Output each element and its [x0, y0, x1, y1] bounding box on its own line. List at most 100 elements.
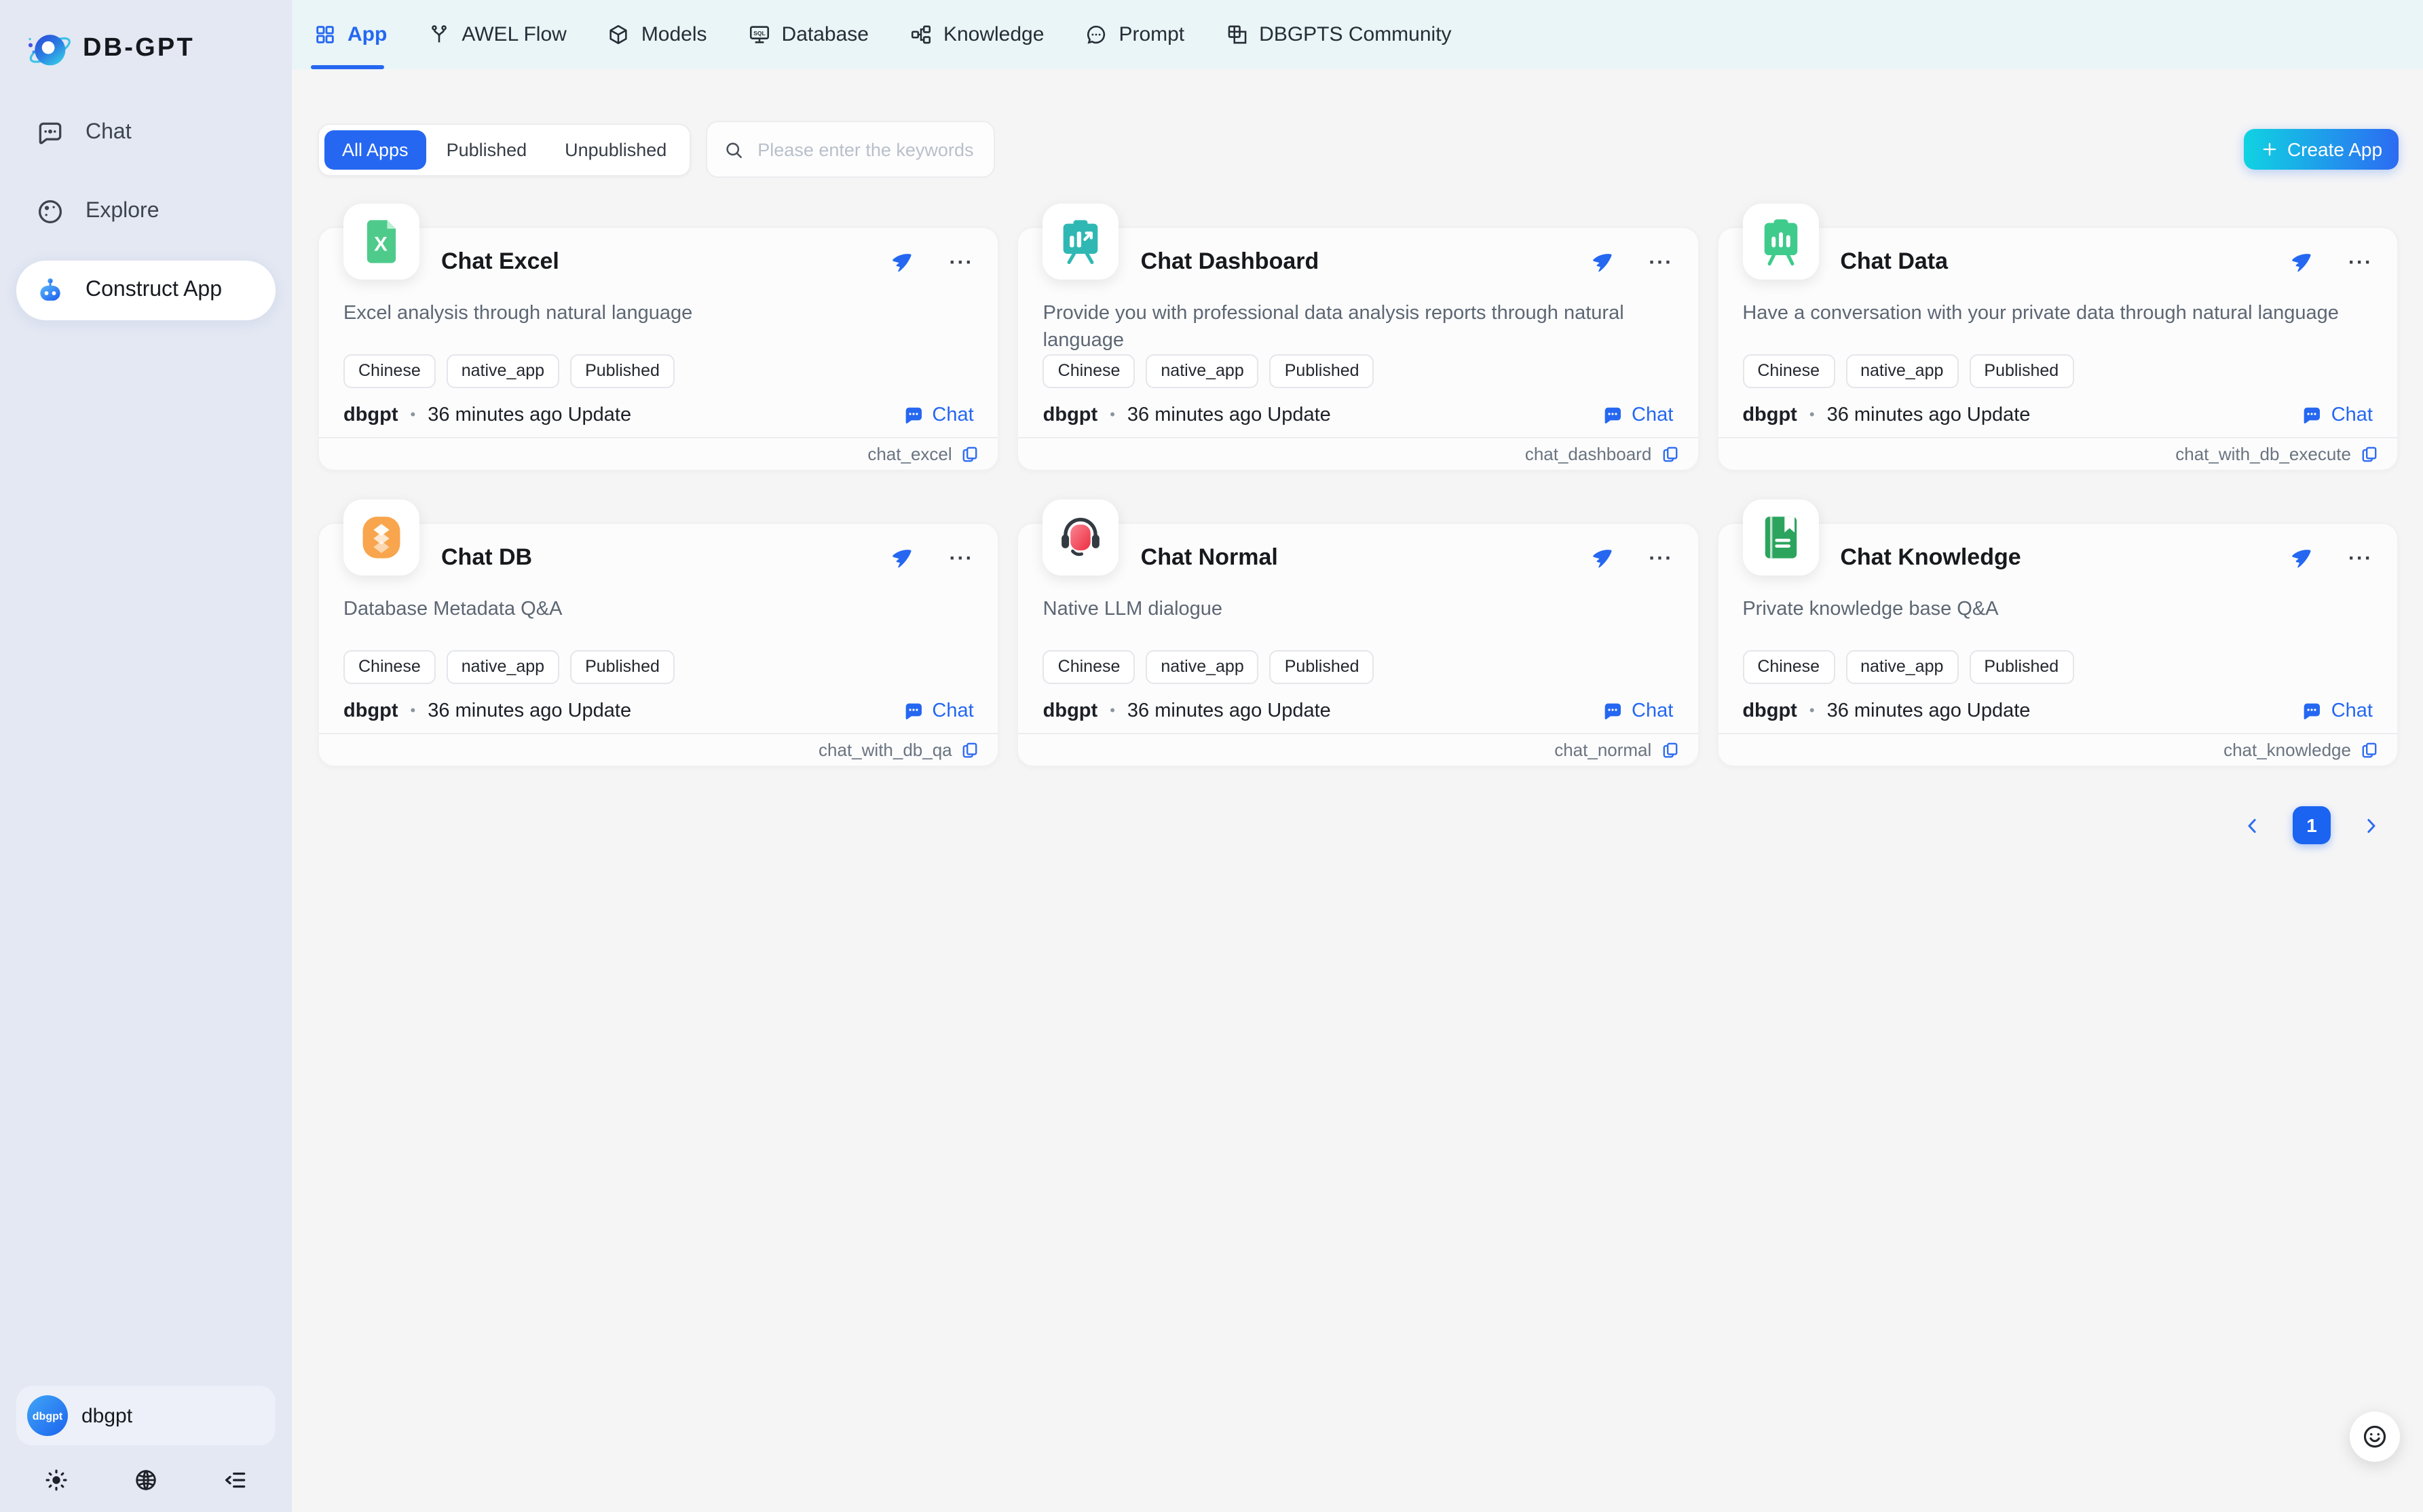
app-card-chat-dashboard[interactable]: Chat Dashboard···Provide you with profes…	[1017, 227, 1699, 471]
chat-button[interactable]: Chat	[902, 404, 973, 426]
more-menu-button[interactable]: ···	[950, 548, 974, 568]
sidebar-item-construct-app[interactable]: Construct App	[16, 261, 276, 320]
app-card-chat-data[interactable]: Chat Data ··· Have a conversation with you…	[1716, 227, 2399, 471]
brand-wordmark: DB-GPT	[83, 34, 195, 64]
app-card-tags: Chinesenative_appPublished	[343, 650, 974, 684]
app-code: chat_normal	[1554, 740, 1651, 760]
more-menu-button[interactable]: ···	[2348, 252, 2373, 272]
tab-app[interactable]: App	[293, 0, 407, 69]
db-layers-icon	[356, 512, 407, 563]
user-profile-row[interactable]: dbgpt dbgpt	[16, 1386, 276, 1445]
app-card-footer: chat_with_db_execute	[1718, 437, 2397, 470]
filter-unpublished[interactable]: Unpublished	[547, 130, 684, 169]
chat-button[interactable]: Chat	[2302, 404, 2373, 426]
app-card-title: Chat Normal	[1141, 544, 1278, 571]
tab-prompt[interactable]: Prompt	[1064, 0, 1205, 69]
app-card-chat-knowledge[interactable]: Chat Knowledge···Private knowledge base …	[1716, 523, 2399, 767]
filter-all-apps[interactable]: All Apps	[324, 130, 426, 169]
copy-icon[interactable]	[1661, 445, 1678, 463]
chat-button-label: Chat	[932, 700, 973, 722]
main-area: App AWEL Flow ModelsSQLDatabaseKnowledgePr…	[292, 0, 2423, 1512]
copy-icon[interactable]	[1661, 741, 1678, 759]
tag-chip: Published	[1270, 650, 1374, 684]
knowledge-nodes-icon	[909, 23, 933, 46]
more-menu-button[interactable]: ···	[950, 252, 974, 272]
more-menu-button[interactable]: ···	[1649, 252, 1673, 272]
page-number-button[interactable]: 1	[2293, 806, 2331, 844]
theme-sun-icon[interactable]	[43, 1467, 69, 1493]
flow-branch-icon	[428, 23, 451, 46]
app-card-title: Chat DB	[441, 544, 532, 571]
more-menu-button[interactable]: ···	[1649, 548, 1673, 568]
search-box[interactable]	[706, 121, 995, 178]
dot-separator: •	[1110, 703, 1115, 719]
chat-bubble-icon	[35, 118, 65, 148]
feedback-smiley-button[interactable]	[2350, 1412, 2400, 1462]
app-updated-time: 36 minutes ago Update	[1827, 404, 2031, 426]
app-code: chat_excel	[867, 444, 952, 464]
collapse-sidebar-icon[interactable]	[223, 1467, 248, 1493]
tag-chip: native_app	[1146, 650, 1258, 684]
chat-button[interactable]: Chat	[902, 700, 973, 722]
app-owner: dbgpt	[1043, 404, 1098, 426]
tab-dbgpts-community[interactable]: DBGPTS Community	[1205, 0, 1471, 69]
app-card-chat-db[interactable]: Chat DB···Database Metadata Q&AChinesena…	[318, 523, 1000, 767]
chat-button[interactable]: Chat	[1602, 700, 1673, 722]
chat-button-label: Chat	[2331, 700, 2373, 722]
create-app-button[interactable]: Create App	[2244, 129, 2399, 170]
svg-text:SQL: SQL	[753, 30, 765, 37]
tab-awel-flow[interactable]: AWEL Flow	[407, 0, 586, 69]
filter-published[interactable]: Published	[429, 130, 545, 169]
copy-icon[interactable]	[962, 741, 979, 759]
chat-button-label: Chat	[1632, 700, 1673, 722]
tab-label: App	[348, 23, 387, 46]
model-box-icon	[607, 23, 631, 46]
app-card-chat-normal[interactable]: Chat Normal···Native LLM dialogueChinese…	[1017, 523, 1699, 767]
tab-models[interactable]: Models	[587, 0, 728, 69]
sidebar-nav: Chat Explore Construct App	[16, 103, 276, 320]
dingtalk-share-icon[interactable]	[1589, 250, 1612, 273]
app-card-description: Excel analysis through natural language	[343, 301, 974, 354]
copy-icon[interactable]	[962, 445, 979, 463]
excel-file-icon: X	[356, 216, 407, 267]
chat-button-label: Chat	[932, 404, 973, 426]
copy-icon[interactable]	[2361, 445, 2378, 463]
content-area: All AppsPublishedUnpublished Create App	[292, 69, 2423, 1512]
next-page-icon[interactable]	[2361, 815, 2381, 835]
svg-text:X: X	[374, 233, 388, 256]
app-icon-container	[1742, 499, 1818, 575]
dingtalk-share-icon[interactable]	[890, 250, 913, 273]
app-card-description: Have a conversation with your private da…	[1742, 301, 2373, 354]
tab-database[interactable]: SQLDatabase	[728, 0, 889, 69]
app-updated-time: 36 minutes ago Update	[1827, 700, 2031, 722]
dot-separator: •	[1809, 703, 1815, 719]
dingtalk-share-icon[interactable]	[2289, 250, 2312, 273]
app-updated-time: 36 minutes ago Update	[1127, 404, 1331, 426]
tag-chip: native_app	[1845, 650, 1958, 684]
app-updated-time: 36 minutes ago Update	[428, 700, 631, 722]
chat-button[interactable]: Chat	[1602, 404, 1673, 426]
tag-chip: native_app	[1146, 354, 1258, 388]
previous-page-icon[interactable]	[2242, 815, 2263, 835]
tab-label: AWEL Flow	[462, 23, 566, 46]
search-input[interactable]	[755, 138, 977, 161]
chat-button[interactable]: Chat	[2302, 700, 2373, 722]
app-card-title: Chat Data	[1840, 248, 1948, 276]
tab-knowledge[interactable]: Knowledge	[889, 0, 1064, 69]
copy-icon[interactable]	[2361, 741, 2378, 759]
dbgpt-planet-logo-icon	[24, 24, 73, 73]
app-icon-container	[343, 499, 419, 575]
sidebar-item-explore[interactable]: Explore	[16, 182, 276, 242]
dingtalk-share-icon[interactable]	[2289, 546, 2312, 569]
data-easel-icon	[1754, 216, 1806, 267]
tag-chip: Chinese	[1043, 650, 1135, 684]
language-globe-icon[interactable]	[133, 1467, 159, 1493]
more-menu-button[interactable]: ···	[2348, 548, 2373, 568]
dingtalk-share-icon[interactable]	[890, 546, 913, 569]
app-code: chat_with_db_execute	[2175, 444, 2351, 464]
app-card-chat-excel[interactable]: XChat Excel···Excel analysis through nat…	[318, 227, 1000, 471]
dot-separator: •	[411, 703, 416, 719]
dingtalk-share-icon[interactable]	[1589, 546, 1612, 569]
chat-button-label: Chat	[1632, 404, 1673, 426]
sidebar-item-chat[interactable]: Chat	[16, 103, 276, 163]
